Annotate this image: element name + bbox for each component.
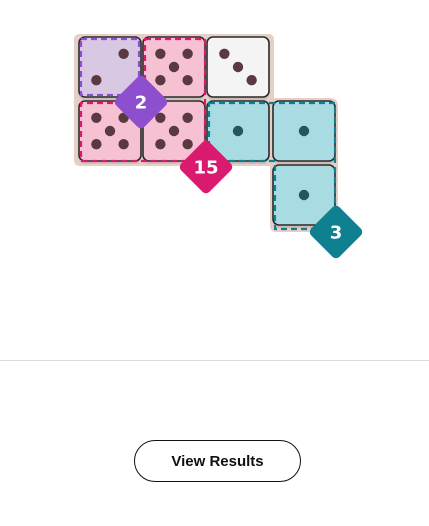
pip <box>118 139 129 150</box>
pip <box>168 125 180 137</box>
badge-target-value: 15 <box>193 158 218 179</box>
pip <box>168 61 180 73</box>
pip <box>91 112 102 124</box>
pip <box>182 112 193 124</box>
pip <box>104 125 116 137</box>
pip <box>219 48 230 59</box>
pip <box>118 48 129 59</box>
pip <box>182 139 193 150</box>
die-r2c4[interactable] <box>272 100 336 164</box>
badge-target-value: 3 <box>330 223 343 244</box>
pip <box>298 125 310 137</box>
view-results-button[interactable]: View Results <box>134 440 301 482</box>
pip <box>246 75 257 86</box>
pip <box>298 189 310 201</box>
pip <box>155 139 166 150</box>
pip <box>91 139 102 150</box>
pip <box>155 75 166 86</box>
pip <box>182 48 193 59</box>
dice-puzzle-board: 2 15 3 <box>74 34 363 259</box>
pip <box>155 48 166 59</box>
pip <box>91 75 102 86</box>
pip <box>182 75 193 86</box>
die-r1c3[interactable] <box>206 36 270 100</box>
badge-target-value: 2 <box>135 93 148 114</box>
pip <box>232 125 244 137</box>
pip <box>232 61 244 73</box>
game-screen: 2 15 3 View Results <box>0 0 429 526</box>
section-divider <box>0 360 429 361</box>
